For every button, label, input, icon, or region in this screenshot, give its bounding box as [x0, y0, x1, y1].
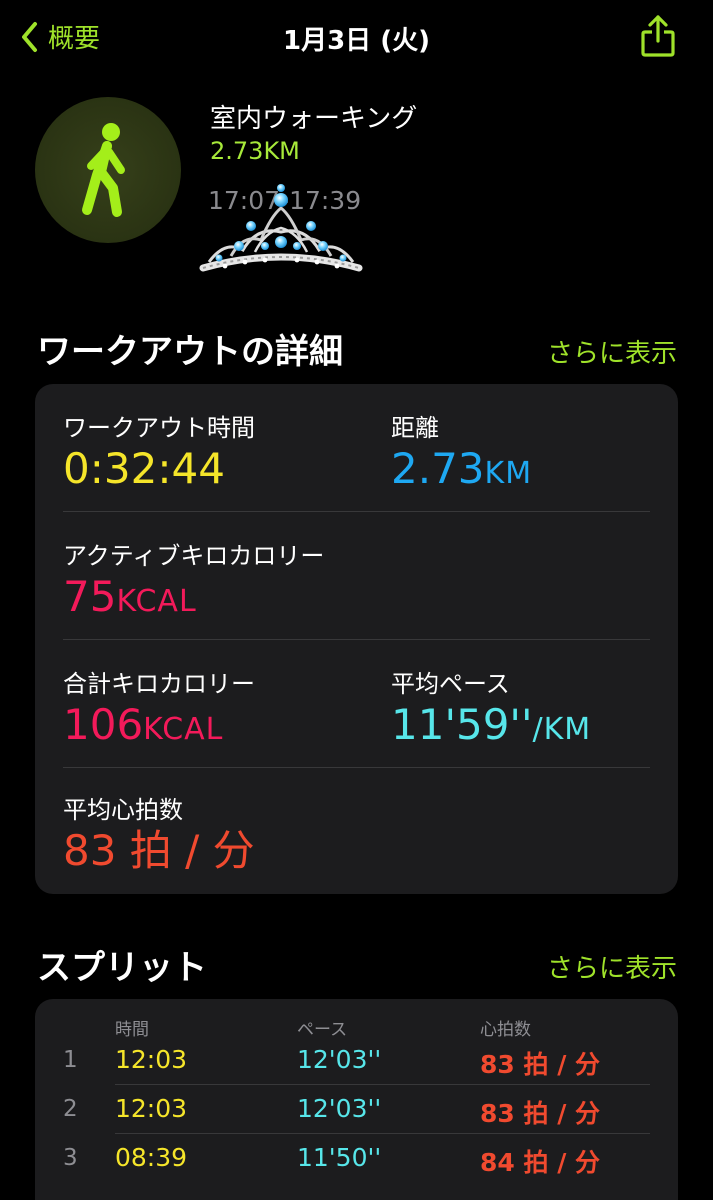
split-hr: 83 拍 / 分	[480, 1099, 601, 1128]
distance-value: 2.73KM	[391, 448, 532, 490]
split-index: 1	[63, 1047, 78, 1073]
duration-value: 0:32:44	[63, 444, 225, 493]
split-index: 2	[63, 1096, 78, 1122]
split-row: 3 08:39 11'50'' 84 拍 / 分	[35, 1141, 678, 1181]
split-row: 1 12:03 12'03'' 83 拍 / 分	[35, 1043, 678, 1083]
walking-figure-icon	[82, 123, 125, 217]
distance-label: 距離	[391, 414, 439, 442]
active-kcal-unit: KCAL	[116, 584, 197, 619]
split-hr: 83 拍 / 分	[480, 1050, 601, 1079]
split-time: 12:03	[115, 1094, 188, 1123]
distance-number: 2.73	[391, 444, 485, 493]
active-kcal-number: 75	[63, 572, 117, 621]
split-pace: 12'03''	[297, 1094, 382, 1123]
avg-pace-number: 11'59''	[391, 700, 533, 749]
activity-distance: 2.73KM	[210, 137, 300, 165]
splits-header-pace: ペース	[297, 1020, 348, 1040]
divider	[115, 1084, 650, 1085]
activity-name: 室内ウォーキング	[210, 104, 418, 134]
active-kcal-value: 75KCAL	[63, 576, 197, 618]
details-section-title: ワークアウトの詳細	[37, 332, 343, 372]
details-show-more-link[interactable]: さらに表示	[547, 333, 677, 370]
splits-header-hr: 心拍数	[480, 1020, 531, 1040]
avg-hr-label: 平均心拍数	[63, 796, 183, 824]
active-kcal-label: アクティブキロカロリー	[63, 542, 325, 570]
share-icon	[641, 15, 675, 57]
divider	[63, 511, 650, 512]
avg-hr-value: 83 拍 / 分	[63, 826, 255, 875]
avg-pace-label: 平均ペース	[391, 670, 510, 698]
split-time: 08:39	[115, 1143, 188, 1172]
split-index: 3	[63, 1145, 78, 1171]
split-hr: 84 拍 / 分	[480, 1148, 601, 1177]
divider	[115, 1133, 650, 1134]
splits-section-title: スプリット	[37, 948, 207, 988]
details-card: ワークアウト時間 0:32:44 距離 2.73KM アクティブキロカロリー 7…	[35, 384, 678, 894]
total-kcal-number: 106	[63, 700, 144, 749]
split-time: 12:03	[115, 1045, 188, 1074]
distance-unit: KM	[484, 456, 533, 491]
avg-pace-value: 11'59''/KM	[391, 704, 591, 746]
share-button[interactable]	[640, 14, 676, 62]
split-row: 2 12:03 12'03'' 83 拍 / 分	[35, 1092, 678, 1132]
tiara-sticker	[199, 184, 363, 272]
divider	[63, 767, 650, 768]
page-title: 1月3日 (火)	[283, 26, 430, 56]
duration-label: ワークアウト時間	[63, 414, 255, 442]
splits-header-time: 時間	[115, 1020, 149, 1040]
activity-badge	[35, 97, 181, 243]
split-pace: 12'03''	[297, 1045, 382, 1074]
split-pace: 11'50''	[297, 1143, 382, 1172]
splits-show-more-link[interactable]: さらに表示	[547, 948, 677, 985]
divider	[63, 639, 650, 640]
splits-card: 時間 ペース 心拍数 1 12:03 12'03'' 83 拍 / 分 2 12…	[35, 999, 678, 1200]
total-kcal-unit: KCAL	[143, 712, 224, 747]
total-kcal-label: 合計キロカロリー	[63, 670, 255, 698]
total-kcal-value: 106KCAL	[63, 704, 223, 746]
avg-pace-unit: /KM	[532, 712, 592, 747]
